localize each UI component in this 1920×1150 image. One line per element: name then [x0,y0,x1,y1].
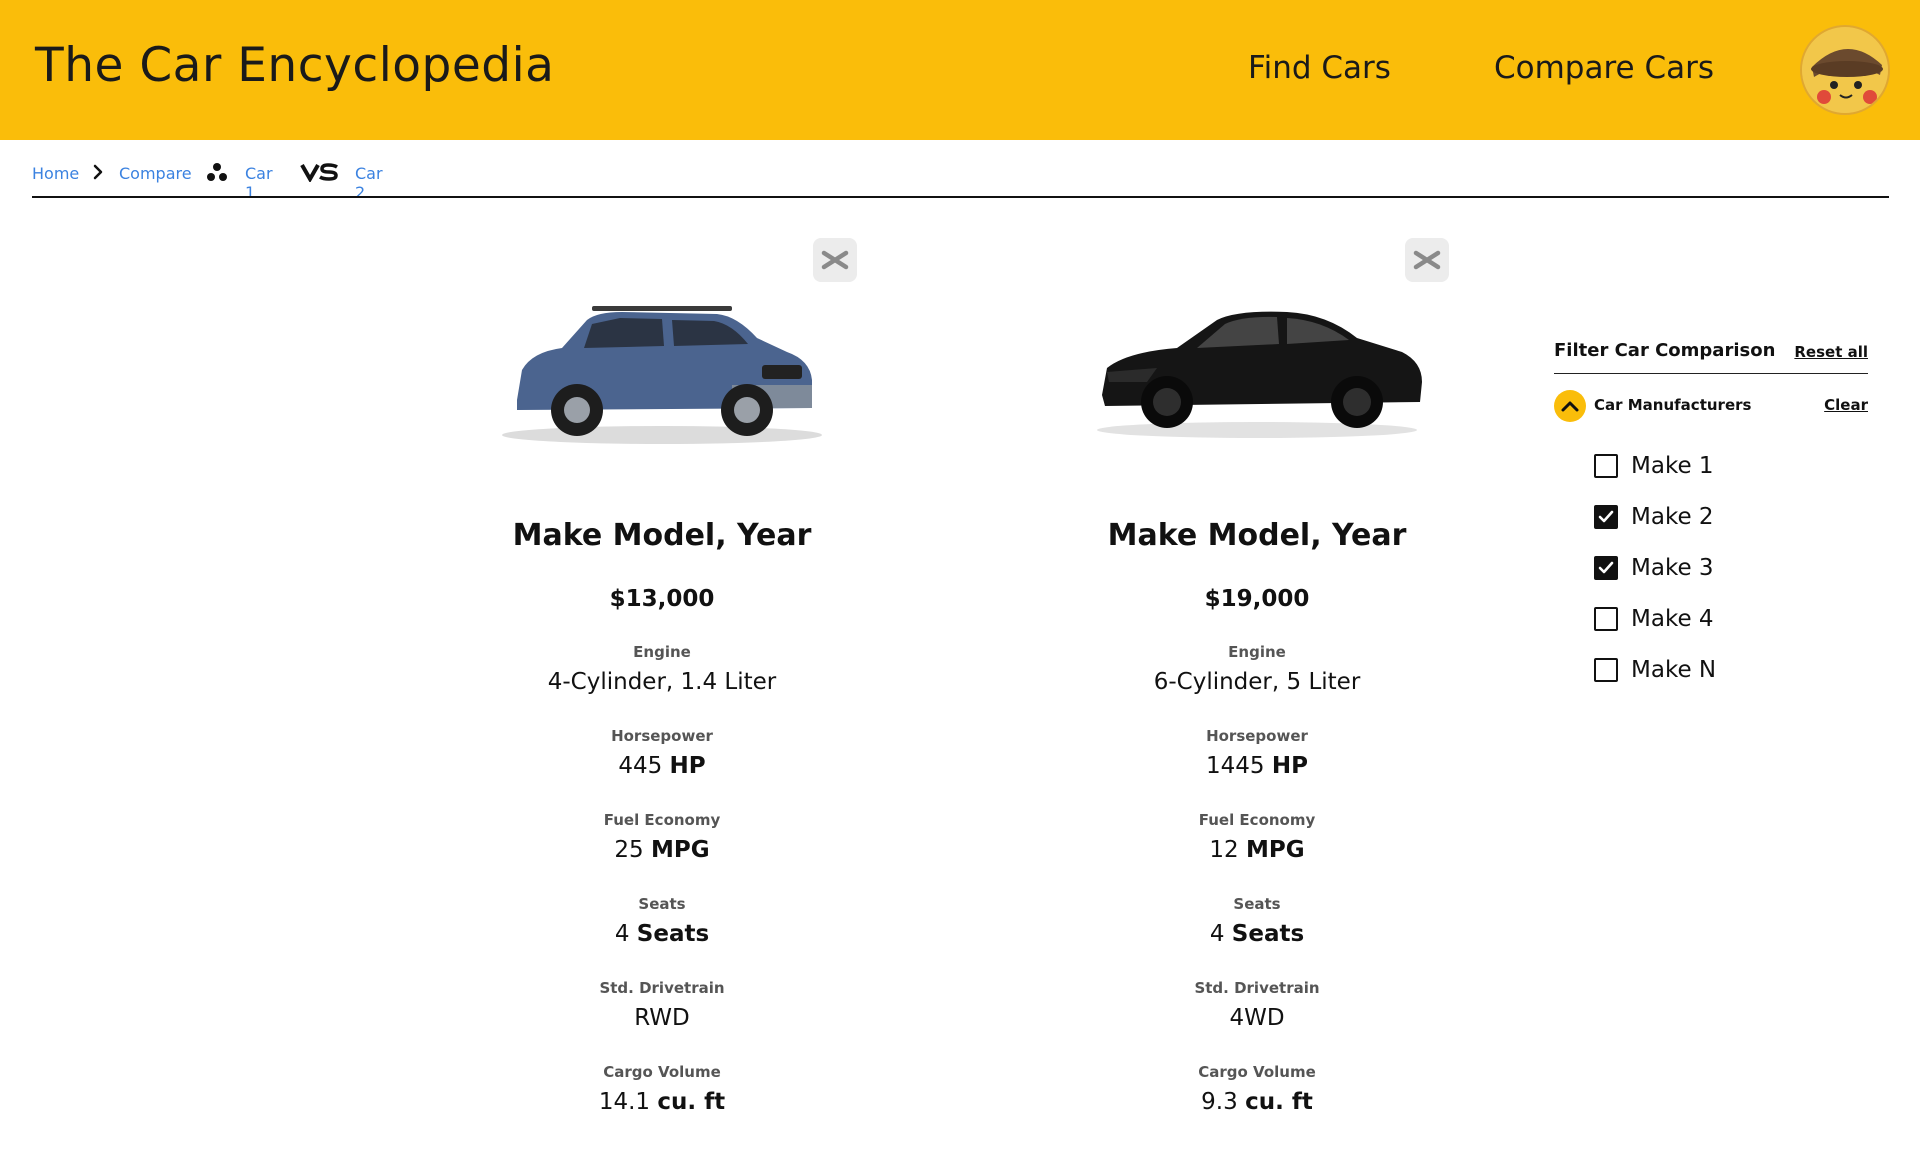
spec-label: Horsepower [611,727,713,745]
spec-value: 445 HP [432,753,892,779]
spec-number: 9.3 [1201,1089,1238,1115]
spec-label: Seats [638,895,686,913]
spec-label: Std. Drivetrain [599,979,725,997]
spec-number: 25 [614,837,644,863]
spec-label: Seats [1233,895,1281,913]
spec-number: 4 [1209,921,1225,947]
spec-value: 4 Seats [1027,921,1487,947]
spec-unit: Seats [1231,921,1305,947]
spec-unit: cu. ft [657,1089,726,1115]
make-checkbox[interactable] [1594,607,1618,631]
spec-value: 25 MPG [432,837,892,863]
breadcrumb-compare[interactable]: Compare [119,164,192,183]
site-header: The Car Encyclopedia Find Cars Compare C… [0,0,1920,140]
car-1-spec-seats: Seats 4 Seats [432,895,892,947]
make-label: Make 3 [1631,555,1714,581]
breadcrumb-divider [32,196,1889,198]
car-1-name: Make Model, Year [512,518,812,553]
spec-label: Engine [633,643,691,661]
chevron-right-icon [93,164,103,180]
car-2-name: Make Model, Year [1107,518,1407,553]
site-title[interactable]: The Car Encyclopedia [35,38,554,93]
spec-label: Cargo Volume [603,1063,721,1081]
spec-number: 14.1 [598,1089,651,1115]
close-icon [821,250,849,270]
close-icon [1413,250,1441,270]
spec-value: 14.1 cu. ft [432,1089,892,1115]
checkmark-icon [1598,561,1614,574]
car-2-spec-drivetrain: Std. Drivetrain 4WD [1027,979,1487,1031]
make-filter-3[interactable]: Make 3 [1594,552,1714,584]
spec-value: 1445 HP [1027,753,1487,779]
spec-unit: cu. ft [1245,1089,1313,1115]
filter-divider [1554,373,1868,374]
spec-label: Fuel Economy [1198,811,1316,829]
make-checkbox[interactable] [1594,454,1618,478]
make-filter-1[interactable]: Make 1 [1594,450,1714,482]
make-label: Make N [1631,657,1717,683]
remove-car-1-button[interactable] [813,238,857,282]
manufacturers-section-title: Car Manufacturers [1594,396,1752,414]
car-2-spec-fuel: Fuel Economy 12 MPG [1027,811,1487,863]
car-1-spec-cargo: Cargo Volume 14.1 cu. ft [432,1063,892,1115]
make-label: Make 1 [1631,453,1714,479]
spec-value: 9.3 cu. ft [1027,1089,1487,1115]
chevron-up-icon [1561,401,1579,412]
car-2-spec-horsepower: Horsepower 1445 HP [1027,727,1487,779]
make-filter-4[interactable]: Make 4 [1594,603,1714,635]
make-filter-n[interactable]: Make N [1594,654,1716,686]
spec-label: Cargo Volume [1198,1063,1316,1081]
car-2-price: $19,000 [1204,586,1310,612]
spec-unit: HP [1271,753,1308,779]
checkmark-icon [1598,510,1614,523]
car-2-spec-engine: Engine 6-Cylinder, 5 Liter [1027,643,1487,695]
remove-car-2-button[interactable] [1405,238,1449,282]
spec-value: 4 Seats [432,921,892,947]
nav-compare-cars[interactable]: Compare Cars [1494,50,1714,86]
compare-dots-icon [207,163,227,181]
spec-unit: HP [669,753,706,779]
spec-label: Engine [1228,643,1286,661]
filter-title: Filter Car Comparison [1554,340,1776,361]
spec-number: 1445 [1206,753,1265,779]
avatar-image [1802,27,1888,113]
versus-icon [300,163,338,182]
nav-find-cars[interactable]: Find Cars [1248,50,1391,86]
spec-number: 445 [618,753,663,779]
spec-value: 6-Cylinder, 5 Liter [1153,669,1361,695]
make-checkbox-checked[interactable] [1594,505,1618,529]
make-checkbox-checked[interactable] [1594,556,1618,580]
breadcrumb-home[interactable]: Home [32,164,79,183]
car-2-image [1097,311,1422,438]
car-1-spec-engine: Engine 4-Cylinder, 1.4 Liter [432,643,892,695]
spec-label: Fuel Economy [603,811,721,829]
spec-unit: MPG [650,837,710,863]
collapse-manufacturers-button[interactable] [1554,390,1586,422]
clear-manufacturers-link[interactable]: Clear [1824,396,1868,414]
reset-all-link[interactable]: Reset all [1794,343,1868,361]
spec-label: Horsepower [1206,727,1308,745]
avatar[interactable] [1800,25,1890,115]
car-1-spec-fuel: Fuel Economy 25 MPG [432,811,892,863]
spec-number: 4 [614,921,630,947]
car-2-spec-cargo: Cargo Volume 9.3 cu. ft [1027,1063,1487,1115]
spec-value: 4WD [1229,1005,1285,1031]
make-checkbox[interactable] [1594,658,1618,682]
spec-label: Std. Drivetrain [1194,979,1320,997]
spec-value: 4-Cylinder, 1.4 Liter [547,669,777,695]
make-label: Make 2 [1631,504,1714,530]
car-1-spec-horsepower: Horsepower 445 HP [432,727,892,779]
car-1-spec-drivetrain: Std. Drivetrain RWD [432,979,892,1031]
spec-value: 12 MPG [1027,837,1487,863]
car-1-price: $13,000 [609,586,715,612]
make-label: Make 4 [1631,606,1714,632]
spec-unit: Seats [636,921,710,947]
make-filter-2[interactable]: Make 2 [1594,501,1714,533]
spec-unit: MPG [1245,837,1305,863]
car-1-image [502,306,822,444]
spec-value: RWD [634,1005,690,1031]
car-2-spec-seats: Seats 4 Seats [1027,895,1487,947]
spec-number: 12 [1209,837,1239,863]
